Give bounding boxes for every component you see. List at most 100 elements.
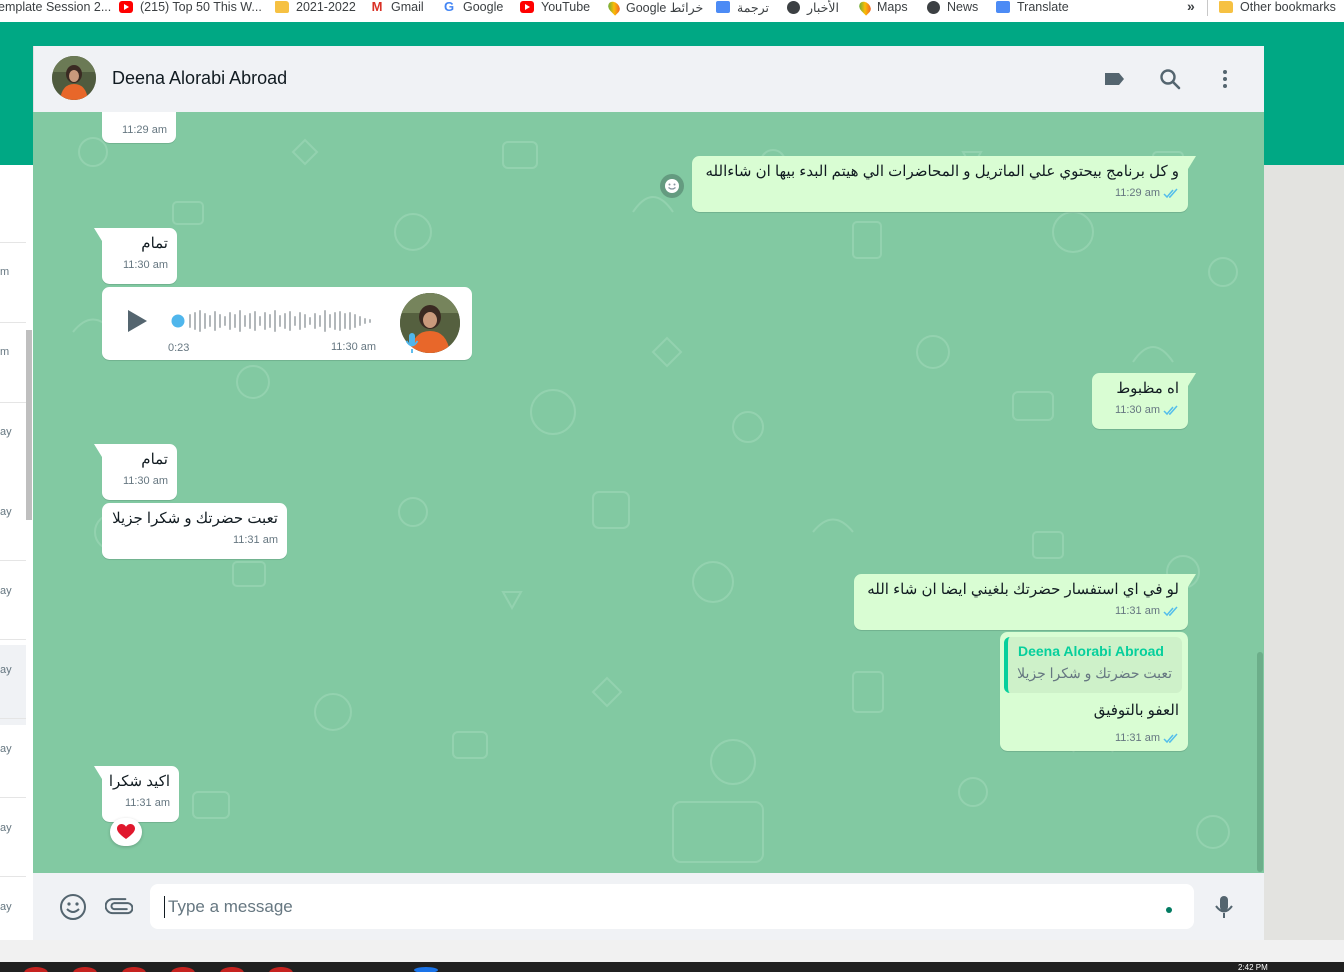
attach-icon[interactable] (105, 893, 133, 921)
news-icon (927, 0, 940, 14)
message-time: 11:31 am (1114, 732, 1160, 744)
bookmark-news[interactable]: News (927, 0, 978, 14)
chat-list-time: ay (0, 743, 12, 755)
bookmark-maps[interactable]: Maps (856, 0, 908, 16)
bubble-tail (1188, 574, 1196, 587)
bookmark-label: Gmail (391, 0, 424, 14)
chat-list-scrollbar[interactable] (26, 330, 32, 520)
selected-chat-row[interactable] (0, 645, 26, 725)
message-out[interactable]: و كل برنامج بيحتوي علي الماتريل و المحاض… (692, 156, 1196, 212)
bookmarks-overflow-button[interactable]: » (1187, 0, 1195, 14)
google-icon: G (443, 0, 455, 14)
text-caret (164, 896, 165, 918)
taskbar-app-icon[interactable] (73, 967, 97, 972)
folder-icon (1219, 1, 1233, 13)
chat-list-divider (0, 560, 26, 561)
voice-message[interactable]: 0:23 11:30 am (102, 287, 472, 360)
message-out-reply[interactable]: Deena Alorabi Abroad تعبت حضرتك و شكرا ج… (1000, 632, 1188, 751)
search-icon[interactable] (1158, 67, 1182, 91)
play-icon[interactable] (126, 309, 148, 333)
chat-list-divider (0, 402, 26, 403)
chat-list-time: ay (0, 901, 12, 913)
gmail-icon: M (371, 0, 383, 14)
chat-list-divider (0, 797, 26, 798)
bookmarks-divider (1207, 0, 1208, 16)
bubble-tail (1188, 373, 1196, 386)
maps-icon (605, 0, 623, 16)
message-out[interactable]: لو في اي استفسار حضرتك بلغيني ايضا ان شا… (854, 574, 1196, 630)
message-time: 11:29 am (121, 124, 167, 136)
chat-list-fragment: m m ay ay ay ay ay ay ay (0, 165, 33, 940)
bookmark-label: YouTube (541, 0, 591, 14)
bookmark-translate-ar[interactable]: ترجمة (716, 0, 770, 15)
taskbar-app-icon[interactable] (122, 967, 146, 972)
bookmark-label: (215) Top 50 This W... (140, 0, 262, 14)
message-text: تعبت حضرتك و شكرا جزيلا (112, 510, 278, 527)
folder-icon (275, 1, 289, 13)
message-in[interactable]: اكيد شكرا 11:31 am (94, 766, 179, 822)
translate-icon (996, 1, 1010, 13)
message-time: 11:30 am (122, 259, 168, 271)
bookmark-youtube[interactable]: YouTube (520, 0, 590, 14)
chat-messages-area[interactable]: 11:29 am و كل برنامج بيحتوي علي الماتريل… (33, 112, 1264, 873)
message-text: و كل برنامج بيحتوي علي الماتريل و المحاض… (705, 163, 1179, 180)
message-in[interactable]: تمام 11:30 am (94, 444, 177, 500)
read-ticks-icon (1163, 733, 1178, 743)
read-ticks-icon (1163, 188, 1178, 198)
message-input-box[interactable] (150, 884, 1194, 929)
chat-list-time: m (0, 266, 10, 278)
menu-icon[interactable] (1213, 67, 1237, 91)
bookmark-label: Other bookmarks (1240, 0, 1336, 14)
message-time: 11:31 am (232, 534, 278, 546)
quoted-message[interactable]: Deena Alorabi Abroad تعبت حضرتك و شكرا ج… (1004, 637, 1182, 693)
bookmark-translate[interactable]: Translate (996, 0, 1069, 14)
contact-name[interactable]: Deena Alorabi Abroad (112, 68, 287, 89)
bookmark-google[interactable]: G Google (442, 0, 503, 14)
chat-list-divider (0, 322, 26, 323)
news-icon (787, 0, 800, 14)
message-in[interactable]: تمام 11:30 am (94, 228, 177, 284)
heart-reaction[interactable] (110, 818, 142, 846)
bookmark-gmail[interactable]: M Gmail (370, 0, 424, 14)
message-in[interactable]: 11:29 am (102, 112, 176, 143)
taskbar-app-icon[interactable] (171, 967, 195, 972)
quoted-text: تعبت حضرتك و شكرا جزيلا (1017, 665, 1172, 681)
contact-avatar[interactable] (52, 56, 96, 100)
bookmark-news-ar[interactable]: الأخبار (787, 0, 839, 15)
bookmark-label: ترجمة (737, 0, 770, 15)
bookmark-label: Google خرائط (626, 0, 704, 15)
bookmark-label: الأخبار (807, 0, 839, 15)
bookmark-2021-2022[interactable]: 2021-2022 (275, 0, 356, 14)
message-text: اكيد شكرا (108, 773, 170, 790)
chat-list-time: m (0, 346, 10, 358)
message-time: 11:31 am (124, 797, 170, 809)
chat-scrollbar[interactable] (1257, 652, 1263, 872)
emoji-icon[interactable] (59, 893, 87, 921)
youtube-icon (520, 1, 534, 13)
taskbar-app-icon[interactable] (220, 967, 244, 972)
taskbar-app-icon[interactable] (24, 967, 48, 972)
message-time: 11:31 am (1114, 605, 1160, 617)
bookmark-google-maps-ar[interactable]: Google خرائط (605, 0, 704, 16)
bookmark-top50[interactable]: (215) Top 50 This W... (119, 0, 262, 14)
emoji-reaction-button[interactable] (660, 174, 684, 198)
taskbar-app-icon[interactable] (414, 967, 438, 972)
message-out[interactable]: اه مظبوط 11:30 am (1092, 373, 1196, 429)
label-icon[interactable] (1103, 67, 1127, 91)
bookmarks-bar: emplate Session 2... (215) Top 50 This W… (0, 0, 1344, 22)
message-in[interactable]: تعبت حضرتك و شكرا جزيلا 11:31 am (102, 503, 287, 559)
bookmark-template-session[interactable]: emplate Session 2... (0, 0, 111, 14)
bookmark-other[interactable]: Other bookmarks (1219, 0, 1336, 14)
chat-list-time: ay (0, 822, 12, 834)
status-dot (1166, 907, 1172, 913)
chat-header[interactable]: Deena Alorabi Abroad (33, 46, 1264, 112)
message-input[interactable] (168, 894, 1158, 920)
read-ticks-icon (1163, 405, 1178, 415)
taskbar-app-icon[interactable] (269, 967, 293, 972)
message-text: لو في اي استفسار حضرتك بلغيني ايضا ان شا… (867, 581, 1179, 598)
message-time: 11:29 am (1114, 187, 1160, 199)
audio-waveform[interactable] (170, 305, 376, 337)
message-composer (33, 873, 1264, 940)
maps-icon (856, 0, 874, 16)
mic-icon[interactable] (1210, 893, 1238, 921)
